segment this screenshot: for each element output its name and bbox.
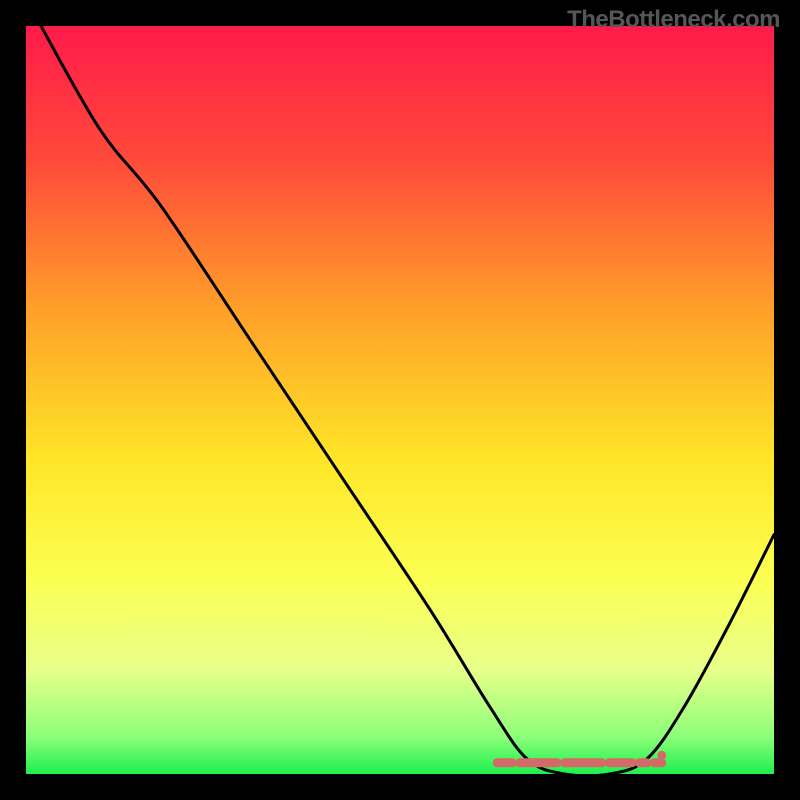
plot-area [26,26,774,774]
chart-svg [26,26,774,774]
watermark-text: TheBottleneck.com [567,6,780,34]
chart-container: TheBottleneck.com [0,0,800,800]
gradient-background [26,26,774,774]
